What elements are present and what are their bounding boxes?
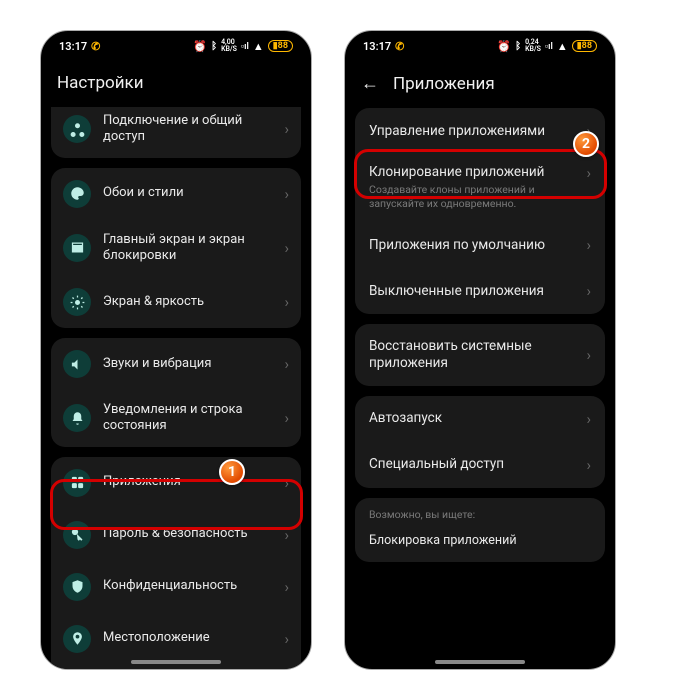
chevron-right-icon: › <box>284 630 289 648</box>
chevron-right-icon: › <box>284 185 289 203</box>
alarm-icon: ⏰ <box>497 40 511 53</box>
row-label: Специальный доступ <box>369 456 574 473</box>
location-icon <box>63 625 91 653</box>
page-header: Настройки <box>41 61 311 107</box>
whatsapp-icon: ✆ <box>91 40 100 53</box>
row-label: Автозапуск <box>369 410 574 427</box>
row-subtext: Создавайте клоны приложений и запускайте… <box>369 183 586 210</box>
status-time: 13:17 <box>363 40 391 53</box>
home-indicator[interactable] <box>131 660 221 664</box>
page-header: ← Приложения <box>345 61 615 108</box>
status-bar: 13:17 ✆ ⏰ ᛒ 4,00 KB/S ▫ıl ▲ ▮88 <box>41 31 311 61</box>
tutorial-badge-1: 1 <box>219 459 245 485</box>
row-apps[interactable]: Приложения › <box>51 457 301 509</box>
home-icon <box>63 234 91 262</box>
hint-caption: Возможно, вы ищете: <box>355 498 605 527</box>
net-speed: 4,00 KB/S <box>221 39 237 53</box>
chevron-right-icon: › <box>586 456 591 474</box>
row-autostart[interactable]: Автозапуск › <box>355 396 605 442</box>
bell-icon <box>63 404 91 432</box>
status-time: 13:17 <box>59 40 87 53</box>
row-label: Подключение и общий доступ <box>103 113 272 146</box>
wifi-icon: ▲ <box>253 40 264 53</box>
row-label: Конфиденциальность <box>103 578 272 594</box>
row-homescreen[interactable]: Главный экран и экран блокировки › <box>51 220 301 277</box>
chevron-right-icon: › <box>284 526 289 544</box>
phone-right-apps: 13:17 ✆ ⏰ ᛒ 0,24 KB/S ▫ıl ▲ ▮88 ← Прилож… <box>344 30 616 670</box>
battery-indicator: ▮88 <box>268 40 293 52</box>
chevron-right-icon: › <box>284 239 289 257</box>
apps-icon <box>63 469 91 497</box>
chevron-right-icon: › <box>284 409 289 427</box>
sound-icon <box>63 350 91 378</box>
hint-app-lock[interactable]: Блокировка приложений <box>355 527 605 562</box>
palette-icon <box>63 180 91 208</box>
row-notifications[interactable]: Уведомления и строка состояния › <box>51 390 301 447</box>
tutorial-badge-2: 2 <box>573 131 599 157</box>
chevron-right-icon: › <box>284 474 289 492</box>
chevron-right-icon: › <box>586 164 591 182</box>
row-label: Звуки и вибрация <box>103 356 272 372</box>
row-label: Уведомления и строка состояния <box>103 402 272 435</box>
row-emergency[interactable]: Безопасность и экстренные случаи › <box>51 665 301 670</box>
chevron-right-icon: › <box>284 355 289 373</box>
row-privacy[interactable]: Конфиденциальность › <box>51 561 301 613</box>
row-security[interactable]: Пароль & безопасность › <box>51 509 301 561</box>
row-label: Приложения по умолчанию <box>369 237 574 254</box>
row-label: Восстановить системные приложения <box>369 338 574 372</box>
row-default-apps[interactable]: Приложения по умолчанию › <box>355 222 605 268</box>
row-location[interactable]: Местоположение › <box>51 613 301 665</box>
chevron-right-icon: › <box>586 282 591 300</box>
bluetooth-icon: ᛒ <box>211 41 217 52</box>
brightness-icon <box>63 288 91 316</box>
chevron-right-icon: › <box>284 578 289 596</box>
back-button[interactable]: ← <box>361 73 379 94</box>
phone-left-settings: 13:17 ✆ ⏰ ᛒ 4,00 KB/S ▫ıl ▲ ▮88 Настройк… <box>40 30 312 670</box>
status-bar: 13:17 ✆ ⏰ ᛒ 0,24 KB/S ▫ıl ▲ ▮88 <box>345 31 615 61</box>
home-indicator[interactable] <box>435 660 525 664</box>
row-manage-apps[interactable]: Управление приложениями › <box>355 108 605 154</box>
row-connection-sharing[interactable]: Подключение и общий доступ › <box>51 107 301 158</box>
page-title: Настройки <box>57 73 144 93</box>
row-label: Клонирование приложений <box>369 164 586 181</box>
row-label: Пароль & безопасность <box>103 526 272 542</box>
alarm-icon: ⏰ <box>193 40 207 53</box>
key-icon <box>63 521 91 549</box>
row-display[interactable]: Экран & яркость › <box>51 276 301 328</box>
signal-icon: ▫ıl <box>545 41 553 52</box>
row-label: Приложения <box>103 474 272 490</box>
row-restore-system-apps[interactable]: Восстановить системные приложения › <box>355 324 605 386</box>
row-label: Обои и стили <box>103 185 272 201</box>
shield-icon <box>63 573 91 601</box>
share-icon <box>63 115 91 143</box>
bluetooth-icon: ᛒ <box>515 41 521 52</box>
chevron-right-icon: › <box>586 346 591 364</box>
row-label: Выключенные приложения <box>369 283 574 300</box>
signal-icon: ▫ıl <box>241 41 249 52</box>
row-label: Местоположение <box>103 630 272 646</box>
row-label: Главный экран и экран блокировки <box>103 232 272 265</box>
row-disabled-apps[interactable]: Выключенные приложения › <box>355 268 605 314</box>
page-title: Приложения <box>393 74 495 94</box>
chevron-right-icon: › <box>586 236 591 254</box>
chevron-right-icon: › <box>284 120 289 138</box>
net-speed: 0,24 KB/S <box>525 39 541 53</box>
whatsapp-icon: ✆ <box>395 40 404 53</box>
battery-indicator: ▮88 <box>572 40 597 52</box>
row-sound[interactable]: Звуки и вибрация › <box>51 338 301 390</box>
row-clone-apps[interactable]: Клонирование приложений Создавайте клоны… <box>355 154 605 222</box>
chevron-right-icon: › <box>284 293 289 311</box>
row-label: Управление приложениями <box>369 123 574 140</box>
row-wallpaper[interactable]: Обои и стили › <box>51 168 301 220</box>
wifi-icon: ▲ <box>557 40 568 53</box>
row-label: Экран & яркость <box>103 294 272 310</box>
chevron-right-icon: › <box>586 410 591 428</box>
row-special-access[interactable]: Специальный доступ › <box>355 442 605 488</box>
